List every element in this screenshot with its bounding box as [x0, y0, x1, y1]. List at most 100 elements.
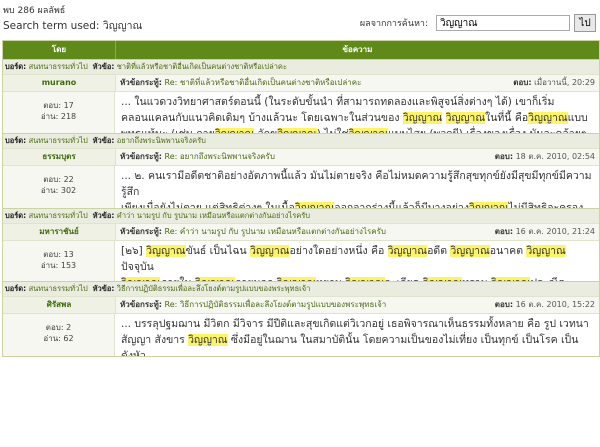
text-fragment: ) ไม่ใช่ — [317, 128, 349, 133]
post-topic-row: บอร์ด: สนทนาธรรมทั่วไป หัวข้อ: วิธีการปฏ… — [3, 282, 599, 296]
post-text-line: เพียงเมื่อยังไม่ตาย แต่สิทธิต่างๆ ในเนื้… — [121, 200, 593, 208]
post-item: บอร์ด: สนทนาธรรมทั่วไป หัวข้อ: ชาติที่แล… — [3, 59, 599, 133]
highlight-term: วิญญาณ — [450, 245, 490, 257]
topic-link[interactable]: วิธีการปฏิบัติธรรมเพื่อละลึงโยงต์ตามรูปแ… — [117, 284, 311, 293]
post-name-row: ศิรัสพล หัวข้อกระทู้: Re: วิธีการปฏิบัติ… — [3, 296, 599, 313]
post-text-line: [๒๖] วิญญาณขันธ์ เป็นไฉน วิญญาณอย่างใดอย… — [121, 243, 593, 275]
author-link[interactable]: murano — [3, 75, 116, 91]
topic-label: หัวข้อ: — [92, 62, 115, 71]
text-fragment: พุทธแท้นะ (เช่น กาย — [121, 128, 215, 133]
post-name-row: มหาราชันย์ หัวข้อกระทู้: Re: คำว่า นามรู… — [3, 223, 599, 240]
topic-label: หัวข้อ: — [92, 284, 115, 293]
post-stats: ตอบ: 13 อ่าน: 153 — [3, 241, 115, 281]
text-fragment: [๒๖] — [121, 245, 143, 257]
board-label: บอร์ด: — [5, 62, 27, 71]
post-text: ... ๒. คนเรามีอดีตชาติอย่างอัตภาพนี้แล้ว… — [115, 166, 599, 208]
subject-link[interactable]: Re: อยากถึงพระนิพพานจริงครับ — [165, 152, 275, 161]
post-text-line: วิญญาณภายใน วิญญาณภายนอก วิญญาณหยาบ วิญญ… — [121, 275, 593, 281]
text-fragment: ขันธ์ เป็นไฉน — [185, 245, 251, 257]
board-link[interactable]: สนทนาธรรมทั่วไป — [29, 211, 88, 220]
replies-label: ตอบ: — [45, 323, 64, 332]
text-fragment: ในที่นี้ คือ — [485, 112, 529, 124]
board-link[interactable]: สนทนาธรรมทั่วไป — [29, 284, 88, 293]
text-fragment: ไม่มีสิทธิจะครอง — [508, 202, 584, 208]
text-fragment: ... ๒. คนเรามีอดีตชาติอย่างอัตภาพนี้แล้ว… — [121, 170, 592, 198]
highlight-term: วิญญาณ — [526, 245, 566, 257]
post-subject-row: หัวข้อกระทู้: Re: ชาติที่แล้วหรือชาติอื่… — [116, 75, 599, 91]
results-table: โดย ข้อความ บอร์ด: สนทนาธรรมทั่วไป หัวข้… — [2, 40, 600, 357]
post-list: บอร์ด: สนทนาธรรมทั่วไป หัวข้อ: ชาติที่แล… — [3, 59, 599, 356]
views-label: อ่าน: — [40, 186, 59, 195]
text-fragment: ... บรรลุปฐมฌาน มีวิตก มีวิจาร มีปีติและ… — [121, 318, 589, 330]
posted-label: ตอบ: — [513, 78, 532, 87]
topic-link[interactable]: คำว่า นามรูป กับ รูปนาม เหมือนหรือแตกต่า… — [117, 211, 310, 220]
board-label: บอร์ด: — [5, 284, 27, 293]
post-date: 16 ต.ค. 2010, 21:24 — [515, 227, 595, 236]
post-item: บอร์ด: สนทนาธรรมทั่วไป หัวข้อ: วิธีการปฏ… — [3, 281, 599, 356]
text-fragment: ละเอียด — [385, 277, 423, 281]
board-label: บอร์ด: — [5, 211, 27, 220]
post-text: ... บรรลุปฐมฌาน มีวิตก มีวิจาร มีปีติและ… — [115, 314, 599, 356]
post-stats: ตอบ: 2 อ่าน: 62 — [3, 314, 115, 356]
search-form: ผลจากการค้นหา: ไป — [360, 14, 596, 32]
highlight-term: วิญญาณ — [277, 128, 317, 133]
go-button[interactable]: ไป — [574, 14, 596, 32]
text-fragment: อดีต — [427, 245, 451, 257]
highlight-term: วิญญาณ — [422, 277, 463, 281]
post-body-row: ตอบ: 13 อ่าน: 153 [๒๖] วิญญาณ ขันธ์ เป็นไ… — [3, 240, 599, 281]
author-link[interactable]: ศิรัสพล — [3, 297, 116, 313]
text-fragment: ออกจากร่างนี้แล้วก็มีบางอย่าง — [334, 202, 470, 208]
highlight-term: วิญญาณ — [294, 202, 335, 208]
post-subject-row: หัวข้อกระทู้: Re: วิธีการปฏิบัติธรรมเพื่… — [116, 297, 599, 313]
author-link[interactable]: มหาราชันย์ — [3, 224, 116, 240]
board-link[interactable]: สนทนาธรรมทั่วไป — [29, 62, 88, 71]
post-text-line: ... บรรลุปฐมฌาน มีวิตก มีวิจาร มีปีติและ… — [121, 316, 593, 332]
post-name-row: ธรรมบุตร หัวข้อกระทู้: Re: อยากถึงพระนิพ… — [3, 148, 599, 165]
topic-label: หัวข้อ: — [92, 136, 115, 145]
views-label: อ่าน: — [40, 261, 59, 270]
highlight-term: วิญญาณ — [387, 245, 428, 257]
topic-link[interactable]: ชาติที่แล้วหรือชาติอื่นเกิดเป็นคนต่างชาต… — [117, 62, 287, 71]
text-fragment: ... ในแวดวงวิทยาศาสตร์ตอนนี้ (ในระดับขั้… — [121, 96, 555, 108]
subject-label: หัวข้อกระทู้: — [120, 227, 162, 236]
subject-label: หัวข้อกระทู้: — [120, 300, 162, 309]
subject-link[interactable]: Re: วิธีการปฏิบัติธรรมเพื่อละลึงโยงต์ตาม… — [165, 300, 387, 309]
views-count: 218 — [60, 112, 77, 121]
search-term-value: วิญญาณ — [102, 20, 143, 32]
posted-label: ตอบ: — [494, 152, 514, 161]
highlight-term: วิญญาณ — [469, 202, 509, 208]
topic-link[interactable]: อยากถึงพระนิพพานจริงครับ — [117, 136, 206, 145]
text-fragment: จักขุ — [254, 128, 278, 133]
col-author-header: โดย — [3, 41, 116, 59]
replies-label: ตอบ: — [43, 101, 62, 110]
text-fragment: ภายนอก — [235, 277, 277, 281]
posted-label: ตอบ: — [494, 300, 514, 309]
views-count: 62 — [63, 334, 74, 343]
subject-link[interactable]: Re: ชาติที่แล้วหรือชาติอื่นเกิดเป็นคนต่า… — [165, 78, 362, 87]
text-fragment: อย่างใดอย่างหนึ่ง คือ — [289, 245, 388, 257]
text-fragment: ประณีต — [530, 277, 565, 281]
highlight-term: วิญญาณ — [121, 277, 161, 281]
highlight-term: วิญญาณ — [195, 277, 235, 281]
text-fragment: ปัจจุบัน — [121, 261, 154, 273]
search-term-line: Search term used: วิญญาณ — [3, 17, 142, 34]
highlight-term: วิญญาณ — [445, 112, 486, 124]
post-stats: ตอบ: 17 อ่าน: 218 — [3, 92, 115, 133]
highlight-term: วิญญาณ — [348, 128, 389, 133]
highlight-term: วิญญาณ — [276, 277, 317, 281]
post-topic-row: บอร์ด: สนทนาธรรมทั่วไป หัวข้อ: ชาติที่แล… — [3, 60, 599, 74]
board-link[interactable]: สนทนาธรรมทั่วไป — [29, 136, 88, 145]
post-date: เมื่อวานนี้, 20:29 — [534, 78, 595, 87]
highlight-term: วิญญาณ — [188, 334, 228, 346]
subject-link[interactable]: Re: คำว่า นามรูป กับ รูปนาม เหมือนหรือแต… — [165, 227, 386, 236]
text-fragment: แบบไสย (พวกผี) เรื่องของเรื่อง มันจะคล้า… — [388, 128, 586, 133]
search-input[interactable] — [436, 15, 570, 31]
highlight-term: วิญญาณ — [402, 112, 443, 124]
author-link[interactable]: ธรรมบุตร — [3, 149, 116, 165]
views-label: อ่าน: — [43, 334, 61, 343]
post-topic-row: บอร์ด: สนทนาธรรมทั่วไป หัวข้อ: คำว่า นาม… — [3, 209, 599, 223]
replies-count: 2 — [66, 323, 72, 332]
post-text-line: คลอนแคลนกับแนวคิดเดิมๆ บ้างแล้วนะ โดยเฉพ… — [121, 110, 593, 126]
post-stats: ตอบ: 22 อ่าน: 302 — [3, 166, 115, 208]
text-fragment: อนาคต — [489, 245, 527, 257]
